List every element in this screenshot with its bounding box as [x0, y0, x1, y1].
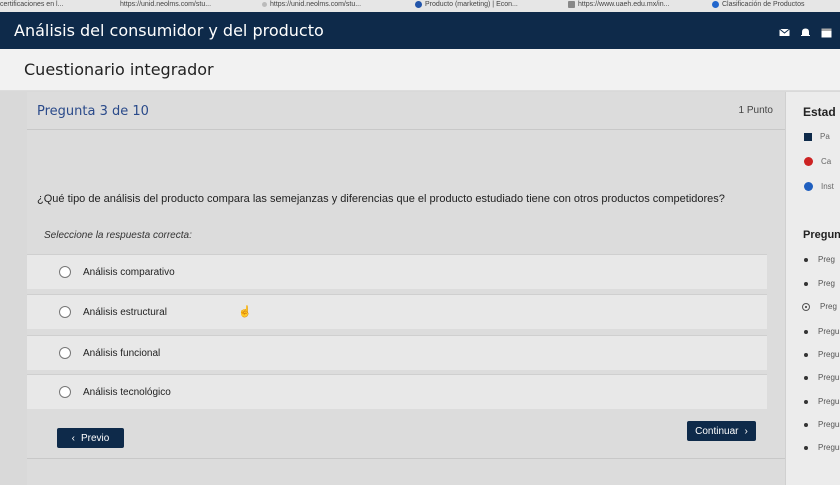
radio-button[interactable] [59, 347, 71, 359]
bookmark-1[interactable]: certificaciones en l... [0, 1, 63, 8]
bullet-icon [804, 375, 808, 380]
bell-icon[interactable] [800, 25, 811, 36]
bookmark-label: https://www.uaeh.edu.mx/in... [578, 1, 670, 8]
info-icon [804, 182, 813, 191]
current-question-icon [802, 302, 810, 311]
question-text: ¿Qué tipo de análisis del producto compa… [37, 193, 725, 205]
status-sidebar: Estad Pa Ca Inst Pregun Preg Preg Preg P… [785, 92, 840, 485]
bullet-icon [804, 445, 808, 450]
question-panel: Pregunta 3 de 10 1 Punto ¿Qué tipo de an… [27, 92, 785, 485]
question-nav-label: Pregu [818, 350, 840, 359]
question-nav-item-4[interactable]: Pregu [804, 327, 839, 336]
status-cancel: Ca [804, 157, 831, 166]
previous-label: Previo [80, 432, 110, 444]
chevron-left-icon: ‹ [71, 432, 75, 444]
question-counter: Pregunta 3 de 10 [37, 104, 149, 119]
bullet-icon [804, 257, 808, 262]
bookmark-4[interactable]: Producto (marketing) | Econ... [415, 1, 518, 8]
bullet-icon [804, 352, 808, 357]
question-nav-item-8[interactable]: Pregur [804, 420, 840, 429]
bullet-icon [804, 422, 808, 427]
previous-button[interactable]: ‹ Previo [57, 428, 124, 448]
question-nav-item-6[interactable]: Pregu [804, 373, 839, 382]
status-title: Estad [803, 105, 836, 119]
status-instructions: Inst [804, 182, 834, 191]
bullet-icon [804, 329, 808, 334]
answer-option-2[interactable]: Análisis estructural [27, 294, 767, 329]
bookmark-6[interactable]: Clasificación de Productos [712, 1, 805, 8]
question-nav-label: Pregu [818, 373, 840, 382]
header-icons [779, 25, 832, 38]
radio-button[interactable] [59, 306, 71, 318]
pause-icon [804, 132, 812, 141]
question-nav-label: Pregur [818, 420, 840, 429]
continue-button[interactable]: Continuar › [687, 421, 756, 441]
question-nav-label: Pregu [818, 327, 840, 336]
question-nav-item-9[interactable]: Pregur [804, 443, 840, 452]
answer-option-1[interactable]: Análisis comparativo [27, 254, 767, 289]
question-nav-item-2[interactable]: Preg [804, 279, 835, 288]
question-nav-label: Pregur [818, 443, 840, 452]
status-label: Inst [821, 182, 834, 191]
bookmark-label: certificaciones en l... [0, 1, 64, 8]
divider [27, 129, 785, 130]
bookmark-3[interactable]: https://unid.neolms.com/stu... [262, 1, 361, 8]
question-nav-label: Preg [818, 255, 835, 264]
question-nav-label: Preg [818, 279, 835, 288]
bookmark-5[interactable]: https://www.uaeh.edu.mx/in... [568, 1, 669, 8]
answer-label: Análisis tecnológico [83, 386, 171, 398]
answer-option-4[interactable]: Análisis tecnológico [27, 374, 767, 409]
e-icon [415, 1, 422, 8]
bullet-icon [804, 281, 808, 286]
hand-cursor-icon: ☝ [238, 306, 252, 318]
divider [27, 458, 785, 459]
quiz-title: Cuestionario integrador [24, 60, 214, 79]
status-label: Pa [820, 132, 830, 141]
question-nav-item-1[interactable]: Preg [804, 255, 835, 264]
answer-label: Análisis estructural [83, 306, 167, 318]
answer-label: Análisis comparativo [83, 266, 175, 278]
question-nav-item-7[interactable]: Pregu [804, 397, 839, 406]
question-nav-label: Preg [820, 302, 837, 311]
status-paused: Pa [804, 132, 830, 141]
radio-button[interactable] [59, 386, 71, 398]
question-nav-label: Pregu [818, 397, 840, 406]
page-icon [262, 2, 267, 7]
answer-label: Análisis funcional [83, 347, 161, 359]
status-label: Ca [821, 157, 832, 166]
bookmark-label: https://unid.neolms.com/stu... [270, 1, 362, 8]
question-nav-item-5[interactable]: Pregu [804, 350, 839, 359]
app-header: Análisis del consumidor y del producto [0, 12, 840, 49]
radio-button[interactable] [59, 266, 71, 278]
question-points: 1 Punto [738, 105, 773, 116]
bookmarks-bar: certificaciones en l... https://unid.neo… [0, 0, 840, 12]
close-circle-icon [804, 157, 813, 166]
continue-label: Continuar [695, 425, 739, 437]
image-icon [568, 1, 575, 8]
calendar-icon[interactable] [821, 25, 832, 38]
mail-icon[interactable] [779, 25, 790, 36]
quiz-subheader: Cuestionario integrador [0, 49, 840, 91]
bookmark-2[interactable]: https://unid.neolms.com/stu... [120, 1, 211, 8]
bullet-icon [804, 399, 808, 404]
chevron-right-icon: › [744, 425, 748, 437]
question-nav-item-3[interactable]: Preg [802, 302, 837, 311]
answer-option-3[interactable]: Análisis funcional [27, 335, 767, 370]
q-icon [712, 1, 719, 8]
bookmark-label: https://unid.neolms.com/stu... [120, 1, 212, 8]
course-title: Análisis del consumidor y del producto [14, 21, 324, 40]
questions-title: Pregun [803, 229, 840, 241]
bookmark-label: Producto (marketing) | Econ... [425, 1, 518, 8]
bookmark-label: Clasificación de Productos [722, 1, 805, 8]
question-instruction: Seleccione la respuesta correcta: [44, 230, 192, 241]
